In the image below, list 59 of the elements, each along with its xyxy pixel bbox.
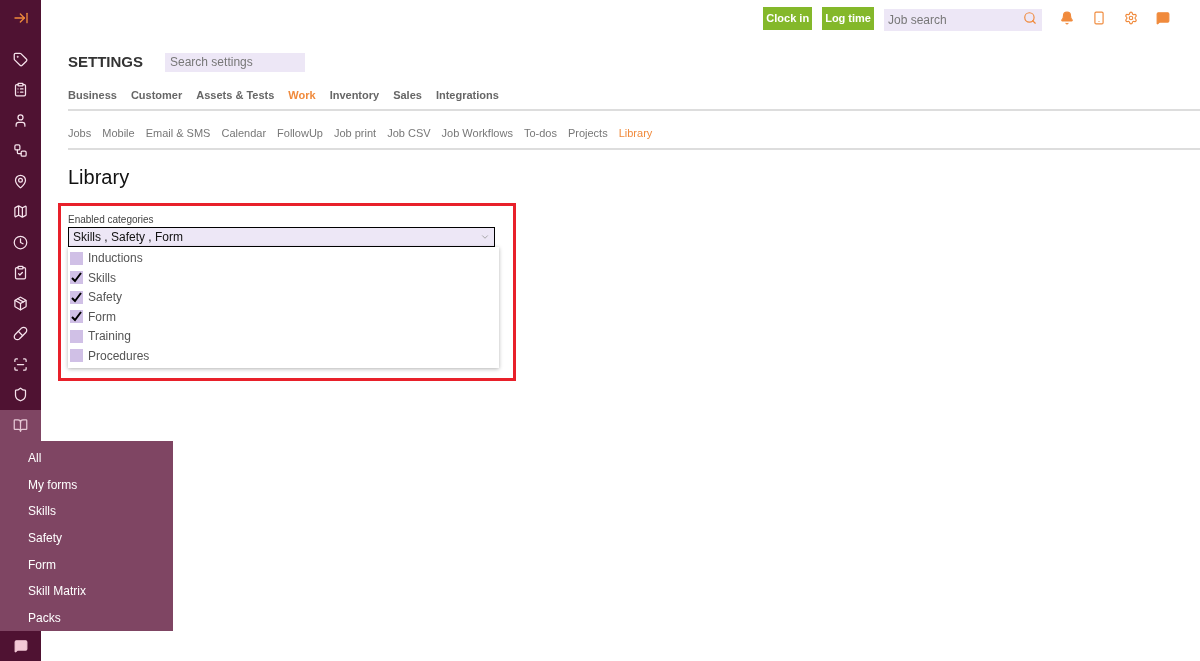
box-icon — [13, 295, 28, 311]
settings-icon — [1124, 11, 1138, 25]
menu-item[interactable]: My forms — [28, 471, 173, 499]
checkbox[interactable] — [70, 349, 83, 363]
category-select[interactable]: Skills , Safety , Form — [68, 226, 495, 247]
option-label[interactable]: Skills — [88, 268, 116, 287]
chat-icon — [1156, 11, 1170, 25]
settings-subtab[interactable]: Projects — [567, 125, 608, 142]
menu-item[interactable]: Packs — [28, 604, 173, 632]
map-icon — [13, 204, 28, 220]
map-pin-icon — [13, 173, 28, 189]
option-label[interactable]: Safety — [88, 288, 123, 307]
settings-subtab[interactable]: Job print — [333, 125, 377, 142]
option-label[interactable]: Form — [88, 307, 116, 326]
checkbox[interactable] — [70, 271, 83, 285]
settings-tab[interactable]: Assets & Tests — [196, 86, 275, 103]
workflow-icon — [13, 143, 28, 159]
bell-icon — [1060, 11, 1074, 25]
menu-item[interactable]: Skill Matrix — [28, 577, 173, 605]
settings-subtab[interactable]: To-dos — [523, 125, 557, 142]
page-title: Library — [68, 164, 131, 190]
settings-subtab[interactable]: FollowUp — [277, 125, 323, 142]
menu-item[interactable]: Form — [28, 551, 173, 578]
settings-subtab[interactable]: Job Workflows — [441, 125, 513, 142]
settings-tab[interactable]: Customer — [130, 86, 183, 103]
option-label[interactable]: Inductions — [88, 249, 143, 268]
settings-subtab[interactable]: Jobs — [68, 125, 92, 142]
shield-icon — [13, 387, 28, 403]
person-icon — [13, 112, 28, 128]
clock-icon — [13, 234, 28, 250]
scan-icon — [13, 356, 28, 372]
checkbox[interactable] — [70, 310, 83, 324]
job-search-field[interactable]: Job search — [884, 9, 1042, 31]
menu-item[interactable]: Skills — [28, 498, 173, 525]
menu-item[interactable]: Safety — [28, 524, 173, 552]
collapse-icon[interactable] — [12, 10, 29, 26]
settings-tab[interactable]: Business — [68, 86, 117, 103]
search-icon — [1023, 11, 1037, 25]
settings-search-field[interactable]: Search settings — [165, 52, 305, 72]
phone-icon — [1092, 11, 1106, 25]
checkbox[interactable] — [70, 251, 83, 265]
settings-tab[interactable]: Integrations — [435, 86, 499, 103]
settings-title: SETTINGS — [68, 52, 143, 72]
clipboard-icon — [13, 265, 28, 281]
checkbox[interactable] — [70, 329, 83, 343]
settings-subtab[interactable]: Job CSV — [387, 125, 431, 142]
checklist-icon — [13, 82, 28, 98]
option-label[interactable]: Training — [88, 327, 131, 346]
settings-subtab[interactable]: Mobile — [102, 125, 135, 142]
settings-tab[interactable]: Sales — [393, 86, 422, 103]
settings-subtab[interactable]: Email & SMS — [145, 125, 211, 142]
menu-item[interactable]: All — [28, 445, 173, 472]
settings-subtab[interactable]: Calendar — [221, 125, 267, 142]
settings-tab[interactable]: Inventory — [329, 86, 380, 103]
checkbox[interactable] — [70, 290, 83, 304]
field-label: Enabled categories — [68, 212, 155, 227]
book-icon — [13, 417, 28, 433]
option-label[interactable]: Procedures — [88, 346, 150, 365]
select-value: Skills , Safety , Form — [73, 228, 184, 246]
